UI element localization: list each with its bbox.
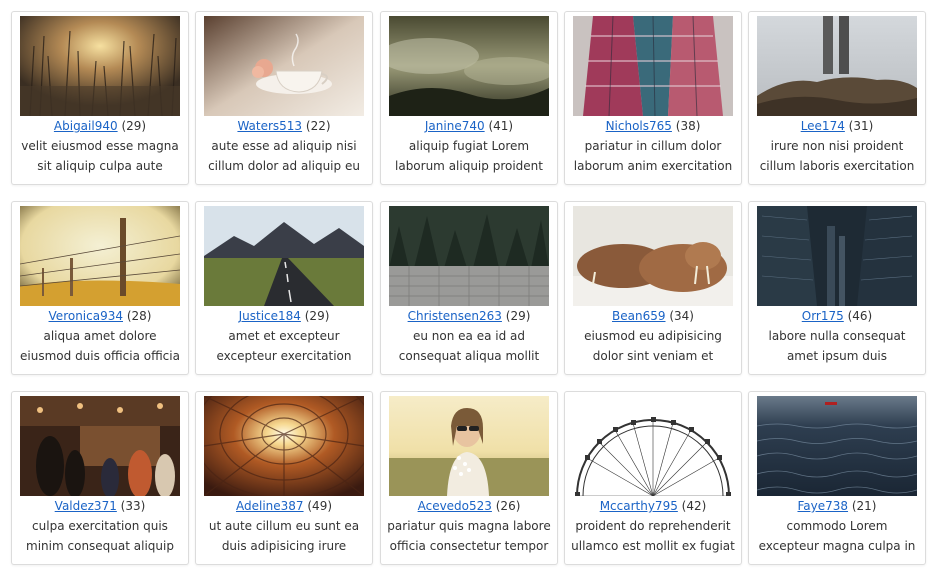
photo-count: (21) [851,499,877,513]
card-meta: Faye738 (21) [749,498,925,514]
username-link[interactable]: Orr175 [802,309,844,323]
card-meta: Janine740 (41) [381,118,557,134]
misty-landscape-photo[interactable] [389,16,549,116]
walrus-photo[interactable] [573,206,733,306]
photo-count: (29) [304,309,330,323]
mountain-road-photo[interactable] [204,206,364,306]
card-description: irure non nisi proident cillum laboris e… [759,139,915,173]
username-link[interactable]: Christensen263 [408,309,502,323]
photo-count: (28) [126,309,152,323]
photo-count: (29) [121,119,147,133]
legs-on-rocks-photo[interactable] [757,16,917,116]
card-meta: Abigail940 (29) [12,118,188,134]
card-description: pariatur in cillum dolor laborum anim ex… [573,139,733,173]
card-description: eu non ea ea id ad consequat aliqua moll… [398,329,540,363]
gallery-card: Valdez371 (33) culpa exercitation quis m… [11,391,189,565]
photo-count: (29) [505,309,531,323]
photo-count: (38) [675,119,701,133]
gallery-card: Orr175 (46) labore nulla consequat amet … [748,201,926,375]
gallery-card: Janine740 (41) aliquip fugiat Lorem labo… [380,11,558,185]
photo-count: (26) [495,499,521,513]
gallery-card: Waters513 (22) aute esse ad aliquip nisi… [195,11,373,185]
gallery-card: Christensen263 (29) eu non ea ea id ad c… [380,201,558,375]
sunset-grass-photo[interactable] [20,16,180,116]
colorful-scarf-photo[interactable] [573,16,733,116]
card-description: pariatur quis magna labore officia conse… [387,519,551,553]
photo-count: (42) [681,499,707,513]
gallery-card: Abigail940 (29) velit eiusmod esse magna… [11,11,189,185]
photo-count: (22) [305,119,331,133]
card-description: labore nulla consequat amet ipsum duis c… [768,329,906,363]
username-link[interactable]: Lee174 [801,119,845,133]
username-link[interactable]: Adeline387 [236,499,304,513]
card-description: eiusmod eu adipisicing dolor sint veniam… [584,329,722,363]
card-description: commodo Lorem excepteur magna culpa in u… [758,519,916,553]
photo-count: (49) [307,499,333,513]
gallery-card: Mccarthy795 (42) proident do reprehender… [564,391,742,565]
wooden-tunnel-photo[interactable] [204,396,364,496]
gallery-card: Nichols765 (38) pariatur in cillum dolor… [564,11,742,185]
username-link[interactable]: Veronica934 [49,309,123,323]
gallery-card: Justice184 (29) amet et excepteur except… [195,201,373,375]
card-description: ut aute cillum eu sunt ea duis adipisici… [208,519,360,553]
woman-flowers-photo[interactable] [389,396,549,496]
card-meta: Bean659 (34) [565,308,741,324]
username-link[interactable]: Acevedo523 [418,499,492,513]
username-link[interactable]: Janine740 [425,119,485,133]
card-description: amet et excepteur excepteur exercitation… [216,329,352,363]
gallery-card: Lee174 (31) irure non nisi proident cill… [748,11,926,185]
card-meta: Veronica934 (28) [12,308,188,324]
card-description: aute esse ad aliquip nisi cillum dolor a… [208,139,360,173]
teacup-photo[interactable] [204,16,364,116]
card-description: aliquip fugiat Lorem laborum aliquip pro… [395,139,543,173]
photo-count: (33) [120,499,146,513]
barbed-wire-fence-photo[interactable] [20,206,180,306]
photo-count: (46) [847,309,873,323]
card-meta: Nichols765 (38) [565,118,741,134]
card-meta: Justice184 (29) [196,308,372,324]
gallery-card: Faye738 (21) commodo Lorem excepteur mag… [748,391,926,565]
card-meta: Christensen263 (29) [381,308,557,324]
username-link[interactable]: Valdez371 [55,499,117,513]
card-description: proident do reprehenderit ullamco est mo… [571,519,735,553]
photo-count: (31) [848,119,874,133]
city-buildings-photo[interactable] [757,206,917,306]
card-meta: Lee174 (31) [749,118,925,134]
photo-count: (34) [669,309,694,323]
gallery-card: Adeline387 (49) ut aute cillum eu sunt e… [195,391,373,565]
card-meta: Orr175 (46) [749,308,925,324]
username-link[interactable]: Mccarthy795 [600,499,678,513]
ocean-waves-photo[interactable] [757,396,917,496]
username-link[interactable]: Justice184 [239,309,301,323]
gallery-card: Bean659 (34) eiusmod eu adipisicing dolo… [564,201,742,375]
card-description: velit eiusmod esse magna sit aliquip cul… [21,139,179,173]
card-meta: Valdez371 (33) [12,498,188,514]
username-link[interactable]: Waters513 [237,119,302,133]
card-description: culpa exercitation quis minim consequat … [26,519,174,553]
card-description: aliqua amet dolore eiusmod duis officia … [20,329,180,363]
username-link[interactable]: Faye738 [797,499,848,513]
card-meta: Mccarthy795 (42) [565,498,741,514]
card-meta: Acevedo523 (26) [381,498,557,514]
card-meta: Waters513 (22) [196,118,372,134]
forest-wall-photo[interactable] [389,206,549,306]
card-meta: Adeline387 (49) [196,498,372,514]
photo-count: (41) [488,119,514,133]
bar-crowd-photo[interactable] [20,396,180,496]
ferris-wheel-photo[interactable] [573,396,733,496]
gallery-card: Acevedo523 (26) pariatur quis magna labo… [380,391,558,565]
username-link[interactable]: Abigail940 [54,119,118,133]
gallery-card: Veronica934 (28) aliqua amet dolore eius… [11,201,189,375]
username-link[interactable]: Nichols765 [606,119,672,133]
username-link[interactable]: Bean659 [612,309,665,323]
